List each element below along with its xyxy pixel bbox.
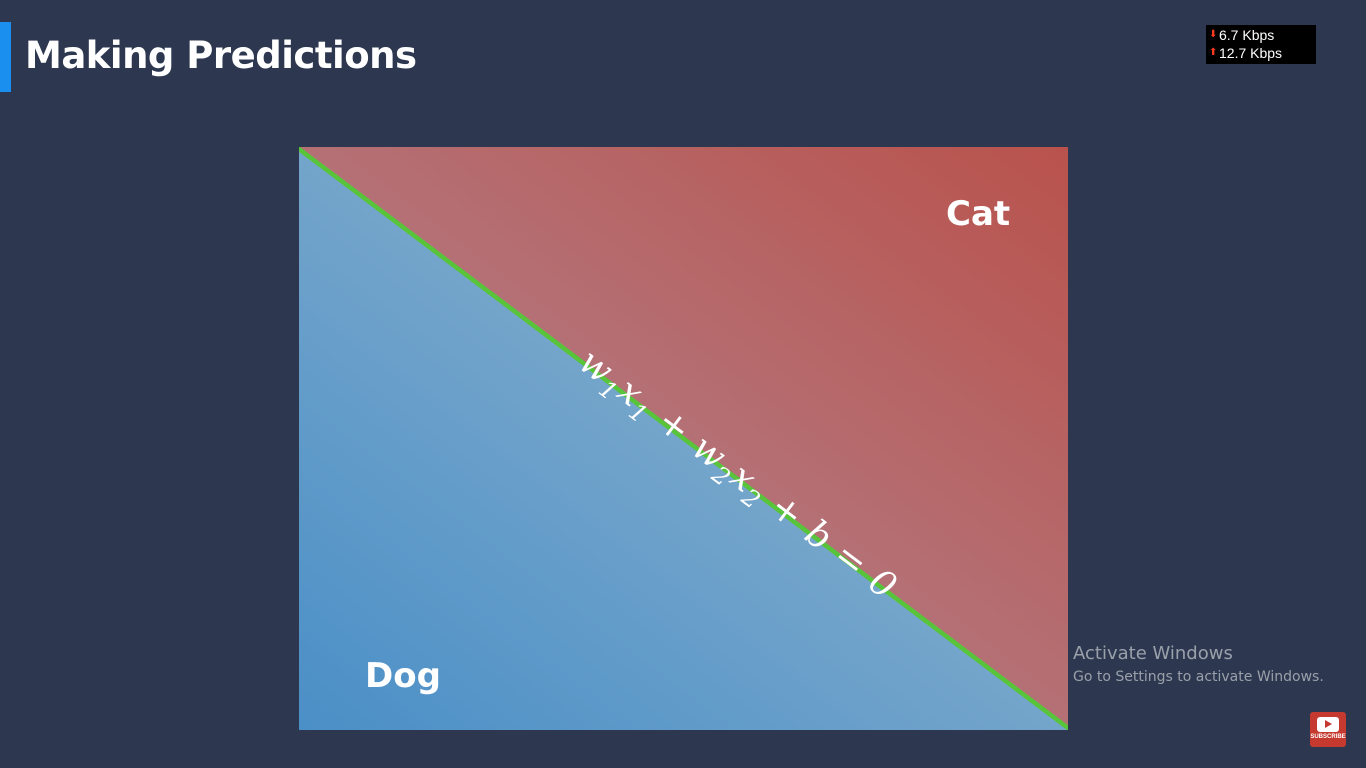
network-monitor: ⬇ 6.7 Kbps ⬆ 12.7 Kbps [1206, 25, 1316, 64]
activate-subtitle: Go to Settings to activate Windows. [1073, 669, 1324, 685]
cat-label: Cat [946, 194, 1011, 234]
dog-label: Dog [365, 656, 441, 696]
subscribe-label: SUBSCRIBE [1310, 734, 1346, 740]
youtube-play-icon [1317, 717, 1339, 732]
activate-title: Activate Windows [1073, 643, 1233, 664]
download-rate: 6.7 Kbps [1219, 27, 1275, 43]
slide-title: Making Predictions [25, 34, 417, 77]
upload-arrow-icon: ⬆ [1209, 47, 1218, 58]
upload-rate: 12.7 Kbps [1219, 45, 1283, 61]
subscribe-badge[interactable]: SUBSCRIBE [1310, 712, 1346, 747]
activate-windows-watermark: Activate Windows Go to Settings to activ… [1073, 643, 1324, 687]
download-arrow-icon: ⬇ [1209, 29, 1218, 40]
title-accent-bar [0, 22, 11, 92]
